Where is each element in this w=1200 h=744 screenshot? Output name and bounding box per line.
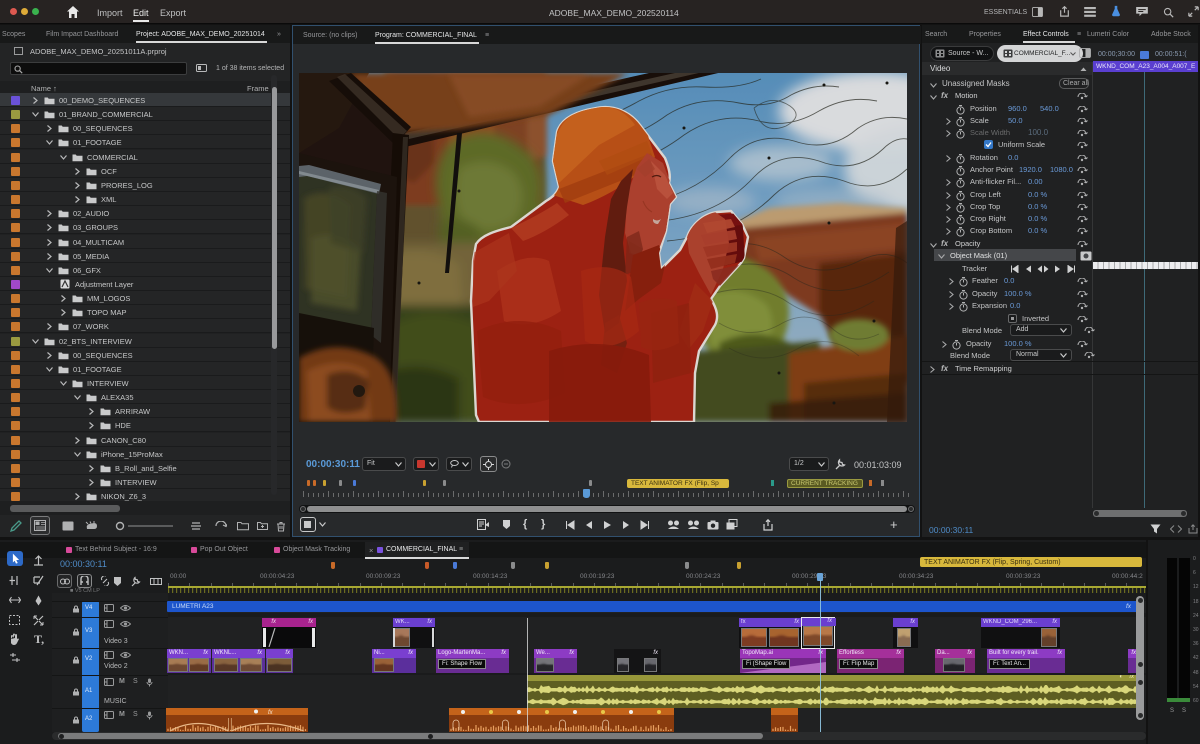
svg-text:fx: fx <box>268 710 274 716</box>
